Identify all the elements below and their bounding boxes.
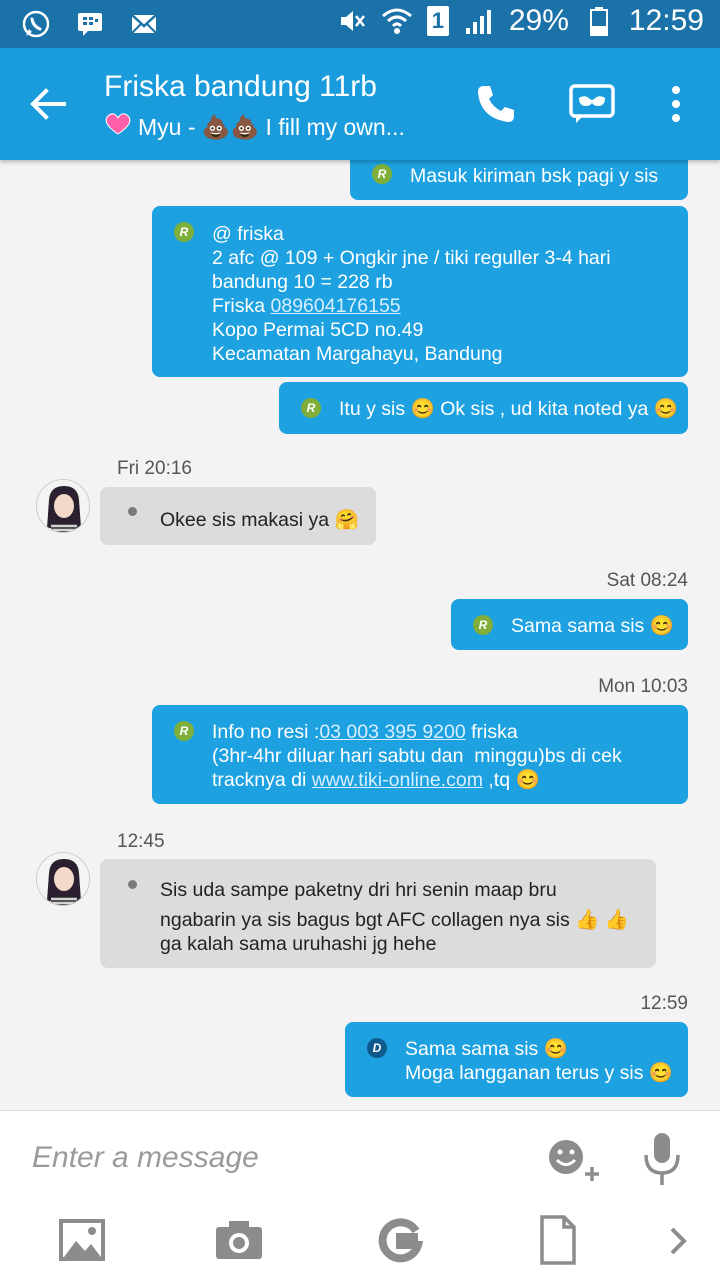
message-bubble-incoming[interactable]: Sis uda sampe paketny dri hri senin maap… bbox=[100, 859, 656, 968]
phone-icon[interactable] bbox=[472, 80, 520, 128]
mute-icon bbox=[335, 5, 367, 37]
chevron-right-icon[interactable] bbox=[664, 1215, 694, 1265]
document-icon[interactable] bbox=[540, 1215, 576, 1265]
subtitle-text: Myu - 💩💩 I fill my own... bbox=[138, 113, 405, 140]
message-timestamp: Sat 08:24 bbox=[606, 570, 688, 591]
message-line: Sis uda sampe paketny dri hri senin maap… bbox=[160, 879, 557, 901]
unread-dot-icon bbox=[128, 507, 137, 516]
google-icon[interactable] bbox=[376, 1215, 424, 1265]
delivered-badge-icon: D bbox=[367, 1038, 387, 1058]
message-line: 2 afc @ 109 + Ongkir jne / tiki reguller… bbox=[212, 247, 611, 269]
message-line: @ friska bbox=[212, 223, 284, 245]
chat-list[interactable]: R Masuk kiriman bsk pagi y sis R @ frisk… bbox=[0, 160, 720, 1110]
battery-percent: 29% bbox=[508, 4, 569, 37]
microphone-icon[interactable] bbox=[640, 1131, 684, 1187]
mail-icon bbox=[128, 8, 160, 40]
message-part: ,tq 😊 bbox=[482, 769, 540, 791]
gallery-icon[interactable] bbox=[58, 1215, 106, 1265]
message-bubble-outgoing[interactable]: R @ friska 2 afc @ 109 + Ongkir jne / ti… bbox=[152, 206, 688, 377]
wifi-icon bbox=[381, 5, 413, 37]
message-line: Kecamatan Margahayu, Bandung bbox=[212, 343, 503, 365]
message-input[interactable] bbox=[32, 1133, 512, 1183]
contact-name: Friska bbox=[212, 295, 271, 317]
message-bubble-outgoing[interactable]: R Info no resi :03 003 395 9200 friska (… bbox=[152, 705, 688, 804]
message-part: friska bbox=[465, 721, 518, 743]
composer bbox=[0, 1110, 720, 1280]
unread-dot-icon bbox=[128, 880, 137, 889]
message-bubble-outgoing[interactable]: R Sama sama sis 😊 bbox=[451, 599, 688, 650]
message-line: Sama sama sis 😊 bbox=[405, 1038, 568, 1060]
clock: 12:59 bbox=[628, 4, 704, 37]
message-bubble-outgoing[interactable]: R Masuk kiriman bsk pagi y sis bbox=[350, 160, 688, 200]
mask-icon[interactable] bbox=[568, 80, 616, 128]
message-part: tracknya di bbox=[212, 769, 312, 791]
status-bar: 1 29% 12:59 bbox=[0, 0, 720, 48]
contact-avatar[interactable] bbox=[36, 479, 90, 533]
message-line: Moga langganan terus y sis 😊 bbox=[405, 1062, 674, 1084]
sim-indicator: 1 bbox=[426, 6, 449, 36]
chat-subtitle[interactable]: Myu - 💩💩 I fill my own... bbox=[104, 112, 405, 142]
contact-avatar[interactable] bbox=[36, 852, 90, 906]
signal-icon bbox=[463, 5, 495, 37]
message-line: Friska 089604176155 bbox=[212, 294, 611, 318]
message-timestamp: 12:45 bbox=[117, 831, 165, 852]
back-arrow-icon[interactable] bbox=[24, 80, 72, 128]
message-timestamp: 12:59 bbox=[640, 993, 688, 1014]
message-line: bandung 10 = 228 rb bbox=[212, 271, 393, 293]
phone-link[interactable]: 089604176155 bbox=[271, 295, 401, 317]
more-vert-icon[interactable] bbox=[660, 80, 692, 128]
message-text: Sama sama sis 😊 bbox=[511, 615, 674, 637]
camera-icon[interactable] bbox=[214, 1215, 264, 1265]
read-badge-icon: R bbox=[174, 222, 194, 242]
read-badge-icon: R bbox=[174, 721, 194, 741]
message-timestamp: Mon 10:03 bbox=[598, 676, 688, 697]
battery-icon bbox=[583, 5, 615, 37]
message-line: (3hr-4hr diluar hari sabtu dan minggu)bs… bbox=[212, 745, 622, 767]
chat-title[interactable]: Friska bandung 11rb bbox=[104, 70, 377, 104]
message-text: Okee sis makasi ya 🤗 bbox=[160, 509, 359, 531]
heart-icon bbox=[104, 112, 132, 142]
message-bubble-outgoing[interactable]: D Sama sama sis 😊 Moga langganan terus y… bbox=[345, 1022, 688, 1097]
message-line: Kopo Permai 5CD no.49 bbox=[212, 319, 424, 341]
message-text: Masuk kiriman bsk pagi y sis bbox=[410, 165, 659, 187]
message-part: Info no resi : bbox=[212, 721, 320, 743]
read-badge-icon: R bbox=[301, 398, 321, 418]
app-bar: Friska bandung 11rb Myu - 💩💩 I fill my o… bbox=[0, 48, 720, 160]
read-badge-icon: R bbox=[372, 164, 392, 184]
message-line: tracknya di www.tiki-online.com ,tq 😊 bbox=[212, 768, 622, 792]
message-line: Info no resi :03 003 395 9200 friska bbox=[212, 720, 622, 744]
bbm-icon bbox=[74, 8, 106, 40]
tracking-number-link[interactable]: 03 003 395 9200 bbox=[319, 721, 465, 743]
emoji-add-icon[interactable] bbox=[546, 1135, 606, 1185]
message-bubble-outgoing[interactable]: R Itu y sis 😊 Ok sis , ud kita noted ya … bbox=[279, 382, 688, 434]
read-badge-icon: R bbox=[473, 615, 493, 635]
website-link[interactable]: www.tiki-online.com bbox=[312, 769, 483, 791]
message-text: Itu y sis 😊 Ok sis , ud kita noted ya 😊 bbox=[339, 398, 679, 420]
message-bubble-incoming[interactable]: Okee sis makasi ya 🤗 bbox=[100, 487, 376, 545]
message-timestamp: Fri 20:16 bbox=[117, 458, 192, 479]
whatsapp-icon bbox=[20, 8, 52, 40]
attachment-bar bbox=[0, 1211, 720, 1271]
